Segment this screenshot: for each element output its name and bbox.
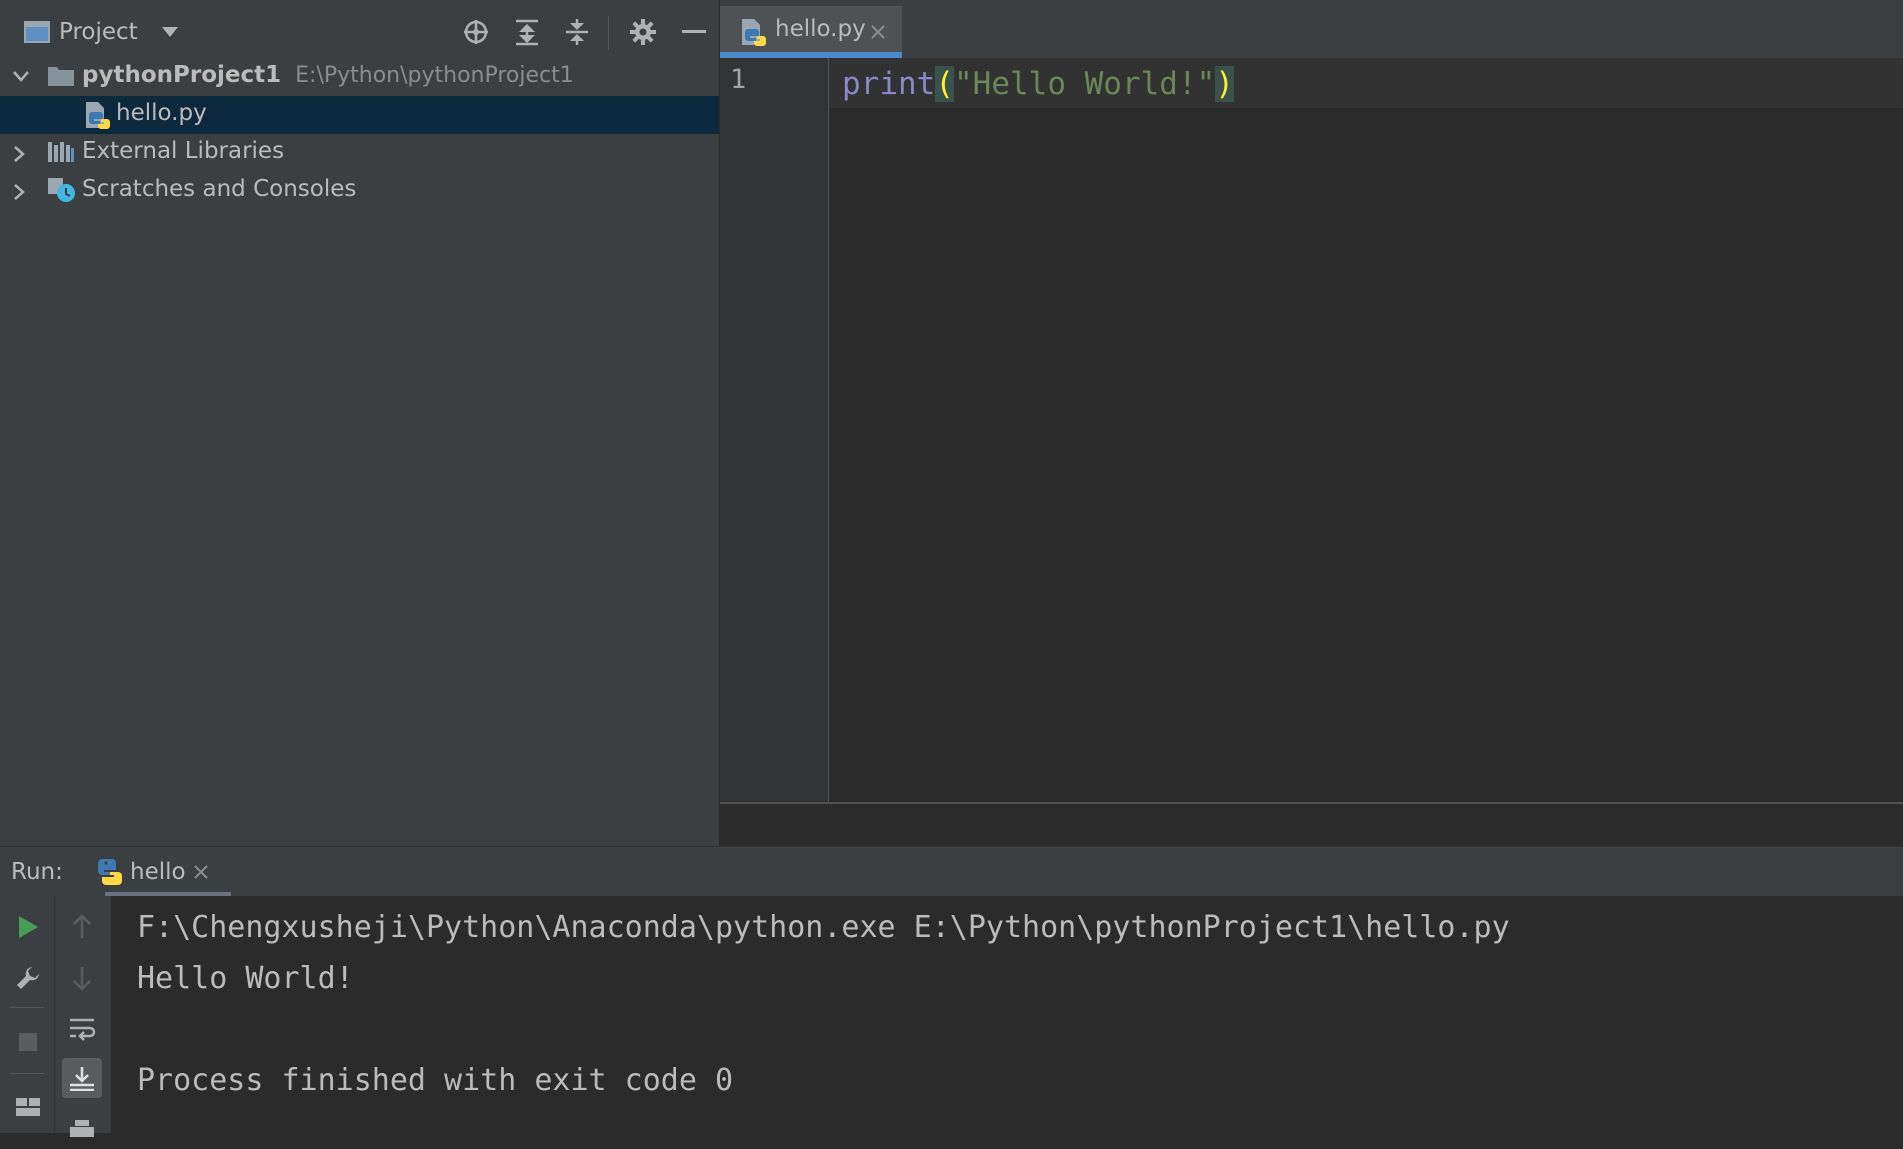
code-paren-open: (	[935, 66, 954, 102]
collapse-all-icon[interactable]	[559, 6, 595, 58]
line-number: 1	[730, 64, 747, 95]
run-tab-label: hello	[130, 859, 186, 885]
editor-footer	[720, 802, 1903, 846]
layout-icon[interactable]	[8, 1087, 48, 1127]
tree-item-label: Scratches and Consoles	[82, 176, 357, 202]
project-path: E:\Python\pythonProject1	[295, 63, 574, 88]
tree-item-label: hello.py	[116, 100, 207, 126]
code-builtin-print: print	[842, 66, 936, 102]
run-label: Run:	[11, 859, 63, 885]
close-icon[interactable]	[193, 864, 209, 880]
line-number-gutter	[720, 58, 829, 802]
chevron-right-icon[interactable]	[12, 183, 26, 201]
project-panel-title[interactable]: Project	[59, 6, 138, 58]
toolbar-divider	[608, 16, 609, 50]
print-icon[interactable]	[62, 1109, 102, 1149]
project-toolbar: Project	[0, 6, 719, 58]
gear-icon[interactable]	[625, 6, 661, 58]
tree-item-project-root[interactable]: pythonProject1 E:\Python\pythonProject1	[0, 58, 719, 96]
tree-item-external-libraries[interactable]: External Libraries	[0, 134, 719, 172]
chevron-down-icon[interactable]	[12, 69, 30, 83]
python-icon	[95, 858, 123, 886]
python-file-icon	[84, 101, 110, 129]
soft-wrap-icon[interactable]	[62, 1009, 102, 1049]
editor-tab-bar: hello.py	[720, 0, 1903, 58]
project-window-icon[interactable]	[22, 6, 52, 58]
project-panel: Project pythonProject1 E:\Python\pythonP…	[0, 0, 719, 846]
toolbar-divider	[10, 1073, 44, 1074]
code-line[interactable]: print("Hello World!")	[842, 64, 1234, 104]
scratches-icon	[47, 176, 77, 204]
scroll-to-end-icon[interactable]	[62, 1058, 102, 1098]
minimize-icon[interactable]	[676, 6, 712, 58]
chevron-right-icon[interactable]	[12, 145, 26, 163]
tree-item-label: pythonProject1	[82, 62, 282, 88]
dropdown-icon[interactable]	[155, 6, 185, 58]
python-file-icon	[740, 18, 766, 46]
stop-icon[interactable]	[8, 1022, 48, 1062]
toolbar-divider	[10, 1007, 44, 1008]
run-toolbar-divider	[54, 896, 55, 1133]
rerun-icon[interactable]	[8, 907, 48, 947]
locate-icon[interactable]	[458, 6, 494, 58]
code-string: "Hello World!"	[954, 66, 1216, 102]
run-tab-hello[interactable]: hello	[93, 847, 231, 897]
folder-icon	[47, 65, 75, 87]
tree-item-label: External Libraries	[82, 138, 285, 164]
console-line: F:\Chengxusheji\Python\Anaconda\python.e…	[137, 910, 1510, 945]
wrench-icon[interactable]	[8, 958, 48, 998]
close-icon[interactable]	[870, 24, 886, 40]
console-output[interactable]: F:\Chengxusheji\Python\Anaconda\python.e…	[111, 896, 1903, 1133]
tree-item-scratches[interactable]: Scratches and Consoles	[0, 172, 719, 210]
arrow-down-icon[interactable]	[62, 958, 102, 998]
run-toolbar	[0, 896, 111, 1137]
run-panel-header: Run: hello	[0, 846, 1903, 897]
console-line: Process finished with exit code 0	[137, 1063, 734, 1098]
expand-all-icon[interactable]	[509, 6, 545, 58]
tab-label: hello.py	[775, 16, 866, 42]
library-icon	[47, 140, 75, 164]
code-paren-close: )	[1215, 66, 1234, 102]
tree-item-hello-py[interactable]: hello.py	[0, 96, 719, 134]
console-line: Hello World!	[137, 961, 354, 996]
tab-hello-py[interactable]: hello.py	[720, 6, 902, 58]
arrow-up-icon[interactable]	[62, 907, 102, 947]
